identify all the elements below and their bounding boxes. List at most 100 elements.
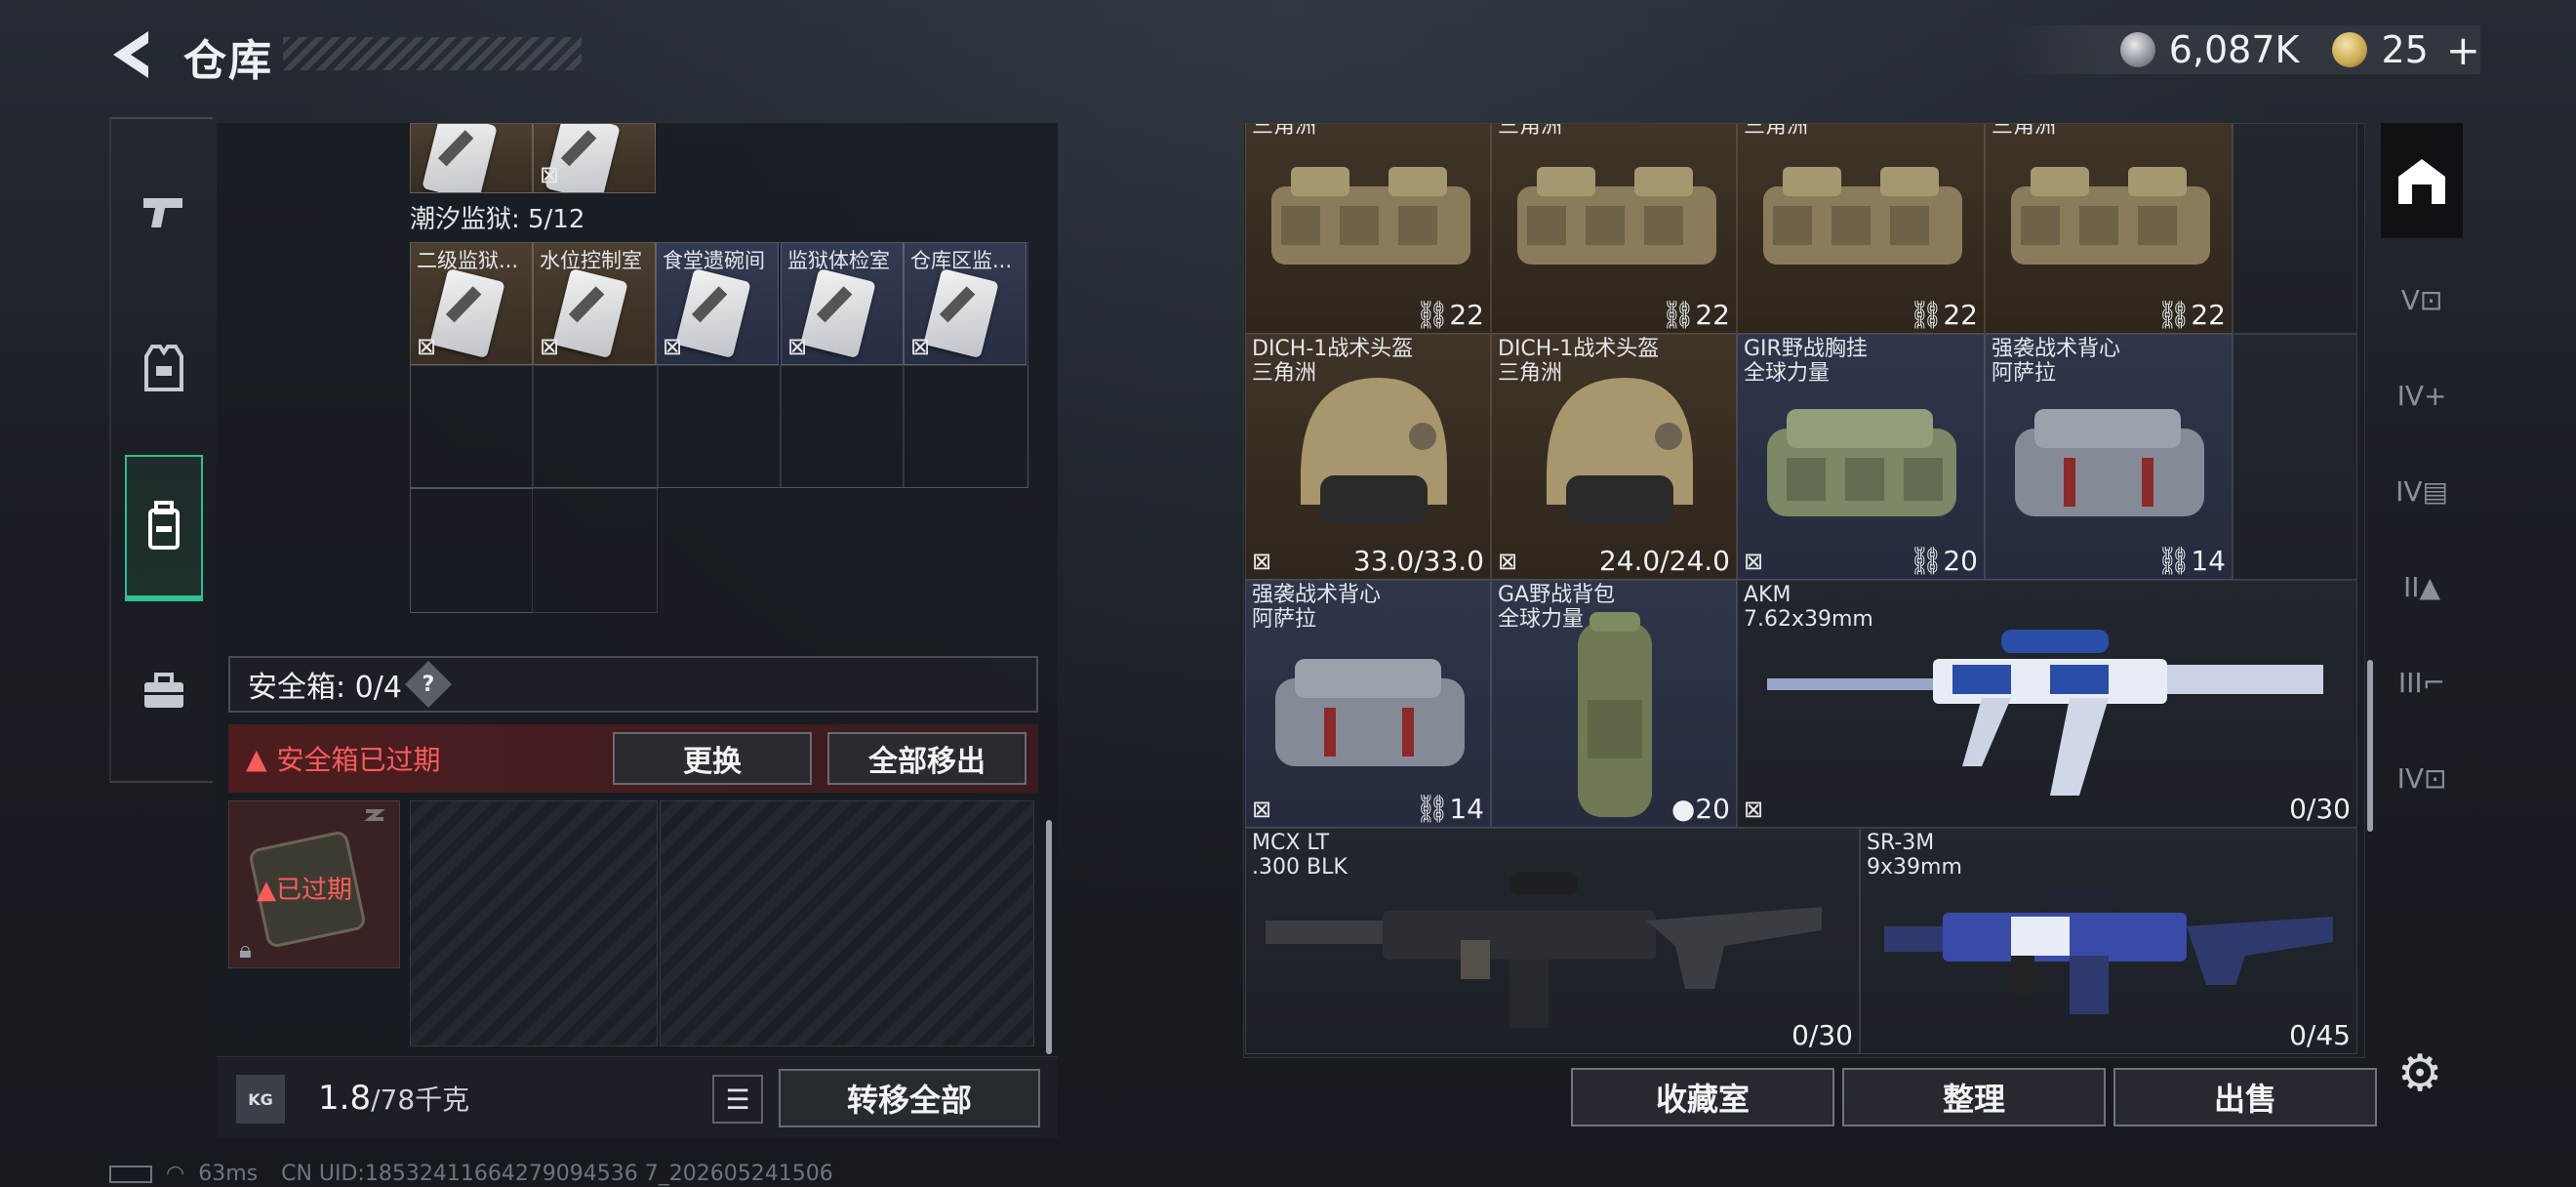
settings-button[interactable]: ⚙: [2391, 1044, 2449, 1103]
nav-toolbox[interactable]: [125, 619, 203, 765]
inventory-item[interactable]: AKM 7.62x39mm ⊠ 0/30: [1737, 580, 2357, 828]
inventory-item[interactable]: DICH-1战术头盔 三角洲 ⊠ 24.0/24.0: [1491, 334, 1737, 580]
stash-ii-icon: II▲: [2402, 570, 2441, 603]
item-durability: 33.0/33.0: [1352, 545, 1484, 577]
key-card-partial[interactable]: [410, 123, 533, 193]
move-all-button[interactable]: 全部移出: [827, 732, 1026, 785]
inventory-item[interactable]: 三角洲 ⛓22: [1245, 123, 1491, 334]
sort-button[interactable]: 整理: [1842, 1068, 2106, 1126]
weight-bar: KG 1.8/78千克 ☰ 转移全部: [217, 1056, 1058, 1138]
silver-coin-icon: [2119, 32, 2155, 67]
duffel-bag-icon: [1271, 167, 1470, 265]
section-label: 潮汐监狱: 5/12: [410, 205, 585, 234]
currency-gold: 25: [2381, 28, 2429, 71]
left-nav: [109, 117, 213, 783]
add-currency-button[interactable]: +: [2446, 26, 2480, 74]
inventory-item[interactable]: 强袭战术背心 阿萨拉 ⛓14: [1985, 334, 2233, 580]
no-insure-icon: ⊠: [1744, 548, 1764, 575]
stash-v-icon: V⊡: [2400, 283, 2443, 316]
case-status: ▲已过期: [257, 876, 353, 905]
left-scrollbar[interactable]: [1046, 820, 1052, 1054]
key-card[interactable]: 仓库区监... ⊠: [904, 242, 1026, 365]
key-card[interactable]: 监狱体检室 ⊠: [781, 242, 904, 365]
locked-slots: [660, 800, 1034, 1046]
warning-icon: ▲: [246, 742, 267, 775]
no-insure-icon: ⊠: [540, 333, 560, 360]
tactical-vest-icon: [1275, 659, 1465, 766]
inventory-item[interactable]: MCX LT .300 BLK 0/30: [1245, 828, 1860, 1054]
no-insure-icon: ⊠: [787, 333, 808, 360]
inventory-item[interactable]: 三角洲 ⛓22: [1985, 123, 2233, 334]
key-card[interactable]: 水位控制室 ⊠: [533, 242, 656, 365]
gear-icon: ⚙: [2396, 1044, 2443, 1103]
stash-iii-icon: III⌐: [2397, 666, 2446, 699]
safe-case-slot[interactable]: ▲已过期 🔒︎: [228, 800, 400, 968]
duffel-bag-icon: [2011, 167, 2210, 265]
item-count: ⛓22: [2155, 299, 2226, 331]
right-scrollbar[interactable]: [2367, 660, 2373, 832]
inventory-item[interactable]: GA野战背包 全球力量 ●20: [1491, 580, 1737, 828]
chest-rig-icon: [1767, 409, 1956, 516]
category-tab[interactable]: II▲: [2388, 553, 2456, 621]
category-tab[interactable]: IV⊡: [2388, 744, 2456, 812]
list-view-button[interactable]: ☰: [712, 1075, 763, 1124]
battery-icon: [109, 1165, 152, 1183]
item-count: ⛓22: [1908, 299, 1978, 331]
no-insure-icon: ⊠: [1498, 548, 1518, 575]
house-icon: [2398, 159, 2445, 204]
safe-box-label: 安全箱: 0/4: [248, 671, 402, 705]
inventory-item[interactable]: SR-3M 9x39mm 0/45: [1860, 828, 2357, 1054]
category-tab[interactable]: IV▤: [2388, 457, 2456, 525]
ammo-count: 0/45: [2289, 1019, 2351, 1051]
category-tab[interactable]: V⊡: [2388, 266, 2456, 334]
category-tab[interactable]: IV+: [2388, 361, 2456, 430]
duffel-bag-icon: [1763, 167, 1962, 265]
nav-armor[interactable]: [125, 295, 203, 441]
currency-bar: 6,087K 25 +: [2002, 25, 2480, 74]
locked-slots: [410, 800, 658, 1046]
category-tab[interactable]: III⌐: [2388, 648, 2456, 716]
helmet-icon: [1547, 378, 1693, 524]
page-title: 仓库: [183, 36, 273, 86]
key-card[interactable]: 二级监狱... ⊠: [410, 242, 533, 365]
lock-icon: 🔒︎: [239, 936, 252, 963]
key-card[interactable]: 食堂遗碗间 ⊠: [656, 242, 779, 365]
key-card-partial[interactable]: ⊠: [533, 123, 656, 193]
mcx-rifle-icon: [1266, 872, 1822, 1028]
inventory-item[interactable]: 三角洲 ⛓22: [1491, 123, 1737, 334]
transfer-all-button[interactable]: 转移全部: [779, 1069, 1040, 1127]
empty-slot[interactable]: [2233, 123, 2357, 334]
help-button[interactable]: ?: [404, 660, 452, 709]
nav-backpack[interactable]: [125, 455, 203, 601]
briefcase-icon: [144, 673, 183, 708]
duffel-bag-icon: [1517, 167, 1716, 265]
status-bar: ◠ 63ms CN UID:18532411664279094536 7_202…: [109, 1162, 833, 1186]
title-decoration: [283, 37, 582, 70]
currency-silver: 6,087K: [2168, 28, 2300, 71]
akm-rifle-icon: [1767, 630, 2323, 796]
uid-text: CN UID:18532411664279094536 7_2026052415…: [281, 1162, 833, 1186]
warning-icon: ▲: [257, 876, 276, 905]
inventory-item[interactable]: 强袭战术背心 阿萨拉 ⊠ ⛓14: [1245, 580, 1491, 828]
item-count: ⛓22: [1414, 299, 1484, 331]
weight-readout: 1.8/78千克: [318, 1079, 470, 1118]
inventory-item[interactable]: GIR野战胸挂 全球力量 ⊠ ⛓20: [1737, 334, 1985, 580]
category-all[interactable]: [2381, 123, 2463, 238]
list-icon: ☰: [725, 1083, 750, 1116]
no-insure-icon: ⊠: [540, 161, 560, 188]
item-count: ⛓14: [2155, 545, 2226, 577]
no-insure-icon: ⊠: [1744, 796, 1764, 823]
stash-iv-add-icon: IV+: [2396, 379, 2447, 412]
no-insure-icon: ⊠: [1252, 548, 1272, 575]
back-button[interactable]: [109, 27, 156, 82]
helmet-icon: [1301, 378, 1447, 524]
nav-weapons[interactable]: [125, 139, 203, 285]
inventory-item[interactable]: 三角洲 ⛓22: [1737, 123, 1985, 334]
inventory-item[interactable]: DICH-1战术头盔 三角洲 ⊠ 33.0/33.0: [1245, 334, 1491, 580]
collection-room-button[interactable]: 收藏室: [1571, 1068, 1834, 1126]
stash-iv-folder-icon: IV▤: [2395, 474, 2448, 508]
sell-button[interactable]: 出售: [2113, 1068, 2377, 1126]
expired-text: 安全箱已过期: [276, 744, 441, 776]
empty-slot[interactable]: [2233, 334, 2357, 580]
replace-button[interactable]: 更换: [613, 732, 812, 785]
